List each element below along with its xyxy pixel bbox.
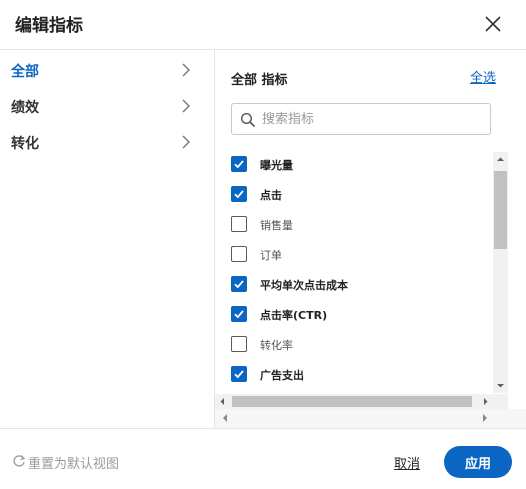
checkbox[interactable] (231, 246, 247, 262)
reset-label: 重置为默认视图 (28, 457, 120, 472)
scroll-up-arrow-icon[interactable] (493, 152, 508, 167)
metric-label: 转化率 (260, 339, 293, 352)
metric-label: 点击 (260, 189, 282, 202)
horizontal-scrollbar[interactable] (215, 394, 508, 409)
metric-label: 订单 (260, 249, 282, 262)
metric-item-avg-cpc[interactable]: 平均单次点击成本 (231, 273, 491, 297)
apply-button[interactable]: 应用 (444, 446, 512, 478)
scroll-right-arrow-icon[interactable] (478, 394, 493, 409)
metric-item-orders[interactable]: 订单 (231, 243, 491, 267)
close-button[interactable] (480, 11, 506, 37)
checkbox[interactable] (231, 156, 247, 172)
sidebar-item-label: 转化 (11, 136, 39, 152)
chevron-right-icon (182, 135, 190, 149)
dialog-header: 编辑指标 (0, 0, 526, 50)
metric-label: 曝光量 (260, 159, 293, 172)
checkbox[interactable] (231, 336, 247, 352)
sidebar-item-conversion[interactable]: 转化 (0, 124, 214, 160)
checkmark-icon (234, 310, 244, 319)
checkmark-icon (234, 190, 244, 199)
dialog-footer: 重置为默认视图 取消 应用 (0, 428, 526, 489)
checkbox[interactable] (231, 306, 247, 322)
horizontal-scroll-thumb[interactable] (232, 396, 472, 407)
checkmark-icon (234, 370, 244, 379)
vertical-scrollbar[interactable] (493, 152, 508, 393)
dialog-title: 编辑指标 (15, 16, 83, 36)
scroll-down-arrow-icon[interactable] (493, 378, 508, 393)
metric-label: 广告支出 (260, 369, 304, 382)
metric-list: 曝光量 点击 销售量 订单 平均单次点击成本 点击率(CTR) 转化率 广告支出 (215, 145, 495, 395)
scroll-left-arrow-icon[interactable] (215, 394, 230, 409)
checkmark-icon (234, 280, 244, 289)
checkbox[interactable] (231, 216, 247, 232)
chevron-right-icon (182, 99, 190, 113)
chevron-right-icon (182, 63, 190, 77)
checkbox[interactable] (231, 366, 247, 382)
select-all-link[interactable]: 全选 (470, 67, 496, 86)
vertical-scroll-thumb[interactable] (494, 171, 507, 249)
panel-title: 全部 指标 (231, 73, 288, 88)
sidebar-item-label: 绩效 (11, 100, 39, 116)
metric-label: 点击率(CTR) (260, 309, 328, 322)
metric-item-ctr[interactable]: 点击率(CTR) (231, 303, 491, 327)
search-icon (240, 112, 256, 128)
metric-item-clicks[interactable]: 点击 (231, 183, 491, 207)
category-sidebar: 全部 绩效 转化 (0, 50, 215, 428)
metric-item-impressions[interactable]: 曝光量 (231, 153, 491, 177)
sidebar-item-label: 全部 (11, 64, 39, 80)
metric-item-ad-spend[interactable]: 广告支出 (231, 363, 491, 387)
edit-metrics-dialog: 编辑指标 全部 绩效 转化 全部 指标 全选 搜索指标 曝光量 点击 销售量 订… (0, 0, 526, 488)
sidebar-item-all[interactable]: 全部 (0, 52, 214, 88)
metric-item-conversion-rate[interactable]: 转化率 (231, 333, 491, 357)
refresh-icon (13, 455, 26, 467)
sidebar-item-performance[interactable]: 绩效 (0, 88, 214, 124)
scroll-right-arrow-icon[interactable] (481, 413, 489, 423)
scroll-left-arrow-icon[interactable] (221, 413, 229, 423)
checkbox[interactable] (231, 276, 247, 292)
metric-label: 平均单次点击成本 (260, 279, 348, 292)
search-input[interactable] (262, 109, 482, 129)
metric-item-sales-volume[interactable]: 销售量 (231, 213, 491, 237)
checkmark-icon (234, 160, 244, 169)
cancel-button[interactable]: 取消 (394, 453, 420, 472)
metric-label: 销售量 (260, 219, 293, 232)
close-icon (485, 16, 501, 32)
checkbox[interactable] (231, 186, 247, 202)
metrics-panel: 全部 指标 全选 曝光量 点击 销售量 订单 (215, 50, 526, 428)
outer-horizontal-scrollbar[interactable] (215, 409, 526, 428)
search-box (231, 103, 491, 135)
